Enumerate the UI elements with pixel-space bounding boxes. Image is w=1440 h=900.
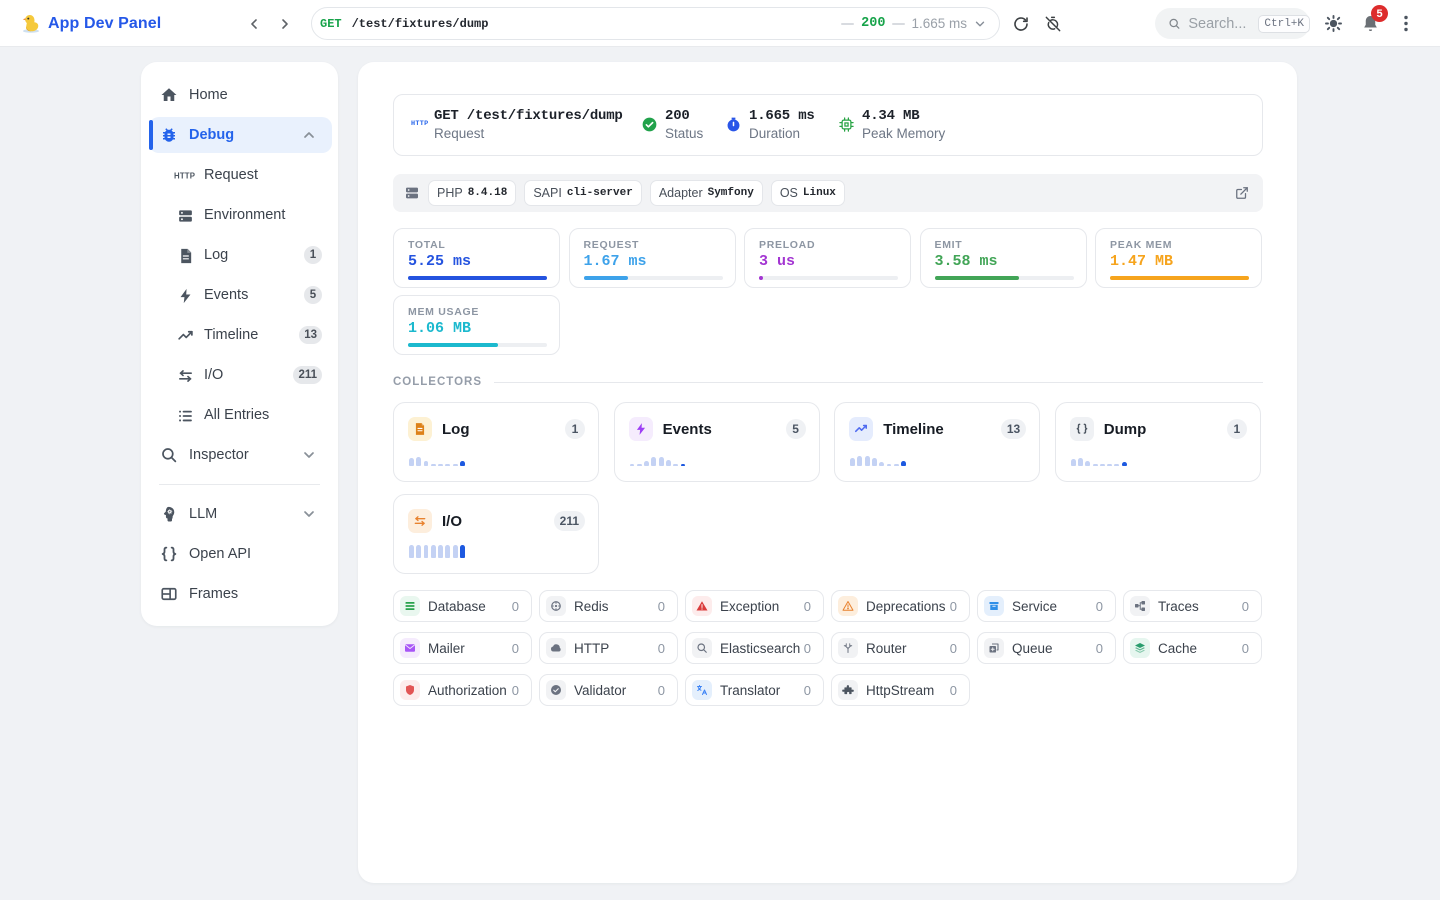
svg-text:HTTP: HTTP bbox=[174, 172, 195, 181]
